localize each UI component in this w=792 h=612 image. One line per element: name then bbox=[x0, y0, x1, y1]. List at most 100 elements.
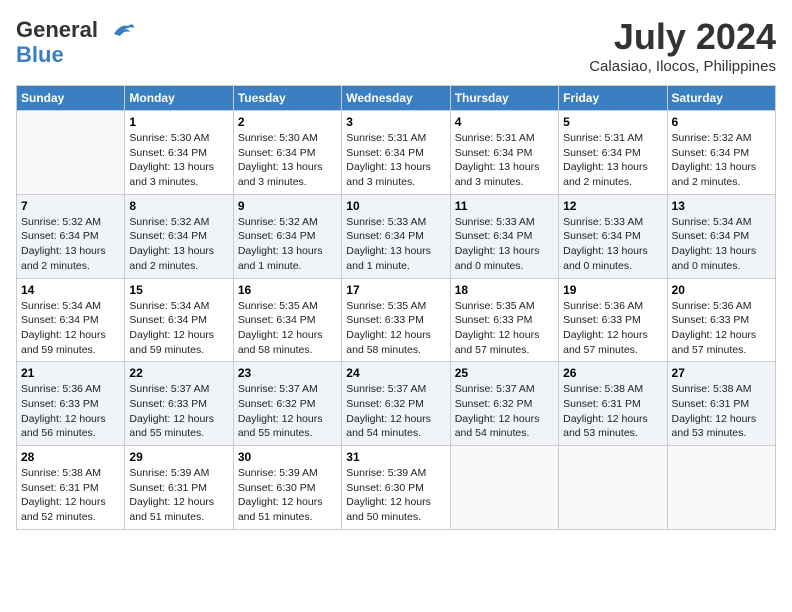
col-header-sunday: Sunday bbox=[17, 86, 125, 111]
calendar-cell: 18Sunrise: 5:35 AMSunset: 6:33 PMDayligh… bbox=[450, 278, 558, 362]
day-info: Sunrise: 5:38 AMSunset: 6:31 PMDaylight:… bbox=[563, 382, 662, 441]
day-number: 17 bbox=[346, 283, 445, 297]
day-number: 13 bbox=[672, 199, 771, 213]
day-info: Sunrise: 5:33 AMSunset: 6:34 PMDaylight:… bbox=[346, 215, 445, 274]
day-info: Sunrise: 5:31 AMSunset: 6:34 PMDaylight:… bbox=[455, 131, 554, 190]
month-year-title: July 2024 bbox=[589, 16, 776, 58]
day-info: Sunrise: 5:31 AMSunset: 6:34 PMDaylight:… bbox=[346, 131, 445, 190]
day-info: Sunrise: 5:33 AMSunset: 6:34 PMDaylight:… bbox=[455, 215, 554, 274]
calendar-cell: 29 Sunrise: 5:39 AMSunset: 6:31 PMDayligh… bbox=[125, 446, 233, 530]
calendar-cell: 23 Sunrise: 5:37 AMSunset: 6:32 PMDayligh… bbox=[233, 362, 341, 446]
calendar-cell: 8Sunrise: 5:32 AMSunset: 6:34 PMDaylight… bbox=[125, 194, 233, 278]
day-info: Sunrise: 5:34 AMSunset: 6:34 PMDaylight:… bbox=[672, 215, 771, 274]
day-number: 21 bbox=[21, 366, 120, 380]
calendar-week-row: 14 Sunrise: 5:34 AMSunset: 6:34 PMDayligh… bbox=[17, 278, 776, 362]
day-info: Sunrise: 5:32 AMSunset: 6:34 PMDaylight:… bbox=[238, 215, 337, 274]
calendar-cell: 17Sunrise: 5:35 AMSunset: 6:33 PMDayligh… bbox=[342, 278, 450, 362]
day-number: 9 bbox=[238, 199, 337, 213]
day-info: Sunrise: 5:35 AMSunset: 6:33 PMDaylight:… bbox=[455, 299, 554, 358]
day-number: 5 bbox=[563, 115, 662, 129]
day-number: 6 bbox=[672, 115, 771, 129]
location-subtitle: Calasiao, Ilocos, Philippines bbox=[589, 58, 776, 75]
calendar-cell: 7 Sunrise: 5:32 AMSunset: 6:34 PMDaylight… bbox=[17, 194, 125, 278]
calendar-cell: 26 Sunrise: 5:38 AMSunset: 6:31 PMDayligh… bbox=[559, 362, 667, 446]
day-info: Sunrise: 5:30 AMSunset: 6:34 PMDaylight:… bbox=[238, 131, 337, 190]
day-info: Sunrise: 5:36 AMSunset: 6:33 PMDaylight:… bbox=[563, 299, 662, 358]
calendar-cell: 22 Sunrise: 5:37 AMSunset: 6:33 PMDayligh… bbox=[125, 362, 233, 446]
calendar-cell: 30 Sunrise: 5:39 AMSunset: 6:30 PMDayligh… bbox=[233, 446, 341, 530]
day-info: Sunrise: 5:37 AMSunset: 6:33 PMDaylight:… bbox=[129, 382, 228, 441]
calendar-cell: 13 Sunrise: 5:34 AMSunset: 6:34 PMDayligh… bbox=[667, 194, 775, 278]
logo: General Blue bbox=[16, 16, 136, 68]
day-number: 2 bbox=[238, 115, 337, 129]
day-number: 26 bbox=[563, 366, 662, 380]
day-info: Sunrise: 5:39 AMSunset: 6:30 PMDaylight:… bbox=[238, 466, 337, 525]
calendar-cell: 12 Sunrise: 5:33 AMSunset: 6:34 PMDayligh… bbox=[559, 194, 667, 278]
calendar-week-row: 21 Sunrise: 5:36 AMSunset: 6:33 PMDayligh… bbox=[17, 362, 776, 446]
day-info: Sunrise: 5:37 AMSunset: 6:32 PMDaylight:… bbox=[455, 382, 554, 441]
col-header-tuesday: Tuesday bbox=[233, 86, 341, 111]
calendar-week-row: 1 Sunrise: 5:30 AMSunset: 6:34 PMDaylight… bbox=[17, 111, 776, 195]
day-info: Sunrise: 5:37 AMSunset: 6:32 PMDaylight:… bbox=[346, 382, 445, 441]
day-number: 19 bbox=[563, 283, 662, 297]
day-number: 14 bbox=[21, 283, 120, 297]
calendar-cell: 24 Sunrise: 5:37 AMSunset: 6:32 PMDayligh… bbox=[342, 362, 450, 446]
day-info: Sunrise: 5:31 AMSunset: 6:34 PMDaylight:… bbox=[563, 131, 662, 190]
day-number: 20 bbox=[672, 283, 771, 297]
calendar-week-row: 7 Sunrise: 5:32 AMSunset: 6:34 PMDaylight… bbox=[17, 194, 776, 278]
calendar-cell: 10Sunrise: 5:33 AMSunset: 6:34 PMDayligh… bbox=[342, 194, 450, 278]
calendar-cell bbox=[450, 446, 558, 530]
day-number: 23 bbox=[238, 366, 337, 380]
col-header-monday: Monday bbox=[125, 86, 233, 111]
day-info: Sunrise: 5:39 AMSunset: 6:31 PMDaylight:… bbox=[129, 466, 228, 525]
calendar-cell: 6Sunrise: 5:32 AMSunset: 6:34 PMDaylight… bbox=[667, 111, 775, 195]
day-info: Sunrise: 5:37 AMSunset: 6:32 PMDaylight:… bbox=[238, 382, 337, 441]
day-info: Sunrise: 5:39 AMSunset: 6:30 PMDaylight:… bbox=[346, 466, 445, 525]
day-number: 27 bbox=[672, 366, 771, 380]
day-number: 25 bbox=[455, 366, 554, 380]
day-info: Sunrise: 5:30 AMSunset: 6:34 PMDaylight:… bbox=[129, 131, 228, 190]
day-number: 16 bbox=[238, 283, 337, 297]
day-number: 24 bbox=[346, 366, 445, 380]
day-number: 8 bbox=[129, 199, 228, 213]
calendar-cell: 20 Sunrise: 5:36 AMSunset: 6:33 PMDayligh… bbox=[667, 278, 775, 362]
day-info: Sunrise: 5:32 AMSunset: 6:34 PMDaylight:… bbox=[21, 215, 120, 274]
day-number: 3 bbox=[346, 115, 445, 129]
day-info: Sunrise: 5:35 AMSunset: 6:34 PMDaylight:… bbox=[238, 299, 337, 358]
calendar-cell bbox=[17, 111, 125, 195]
day-info: Sunrise: 5:36 AMSunset: 6:33 PMDaylight:… bbox=[672, 299, 771, 358]
calendar-table: SundayMondayTuesdayWednesdayThursdayFrid… bbox=[16, 85, 776, 530]
day-info: Sunrise: 5:33 AMSunset: 6:34 PMDaylight:… bbox=[563, 215, 662, 274]
calendar-cell bbox=[559, 446, 667, 530]
col-header-wednesday: Wednesday bbox=[342, 86, 450, 111]
day-info: Sunrise: 5:38 AMSunset: 6:31 PMDaylight:… bbox=[21, 466, 120, 525]
calendar-cell: 2 Sunrise: 5:30 AMSunset: 6:34 PMDaylight… bbox=[233, 111, 341, 195]
calendar-cell: 27 Sunrise: 5:38 AMSunset: 6:31 PMDayligh… bbox=[667, 362, 775, 446]
day-info: Sunrise: 5:36 AMSunset: 6:33 PMDaylight:… bbox=[21, 382, 120, 441]
day-number: 29 bbox=[129, 450, 228, 464]
calendar-cell: 1 Sunrise: 5:30 AMSunset: 6:34 PMDaylight… bbox=[125, 111, 233, 195]
day-number: 15 bbox=[129, 283, 228, 297]
calendar-cell: 31 Sunrise: 5:39 AMSunset: 6:30 PMDayligh… bbox=[342, 446, 450, 530]
calendar-cell: 19 Sunrise: 5:36 AMSunset: 6:33 PMDayligh… bbox=[559, 278, 667, 362]
day-info: Sunrise: 5:34 AMSunset: 6:34 PMDaylight:… bbox=[129, 299, 228, 358]
logo-bird-icon bbox=[106, 16, 136, 46]
day-number: 30 bbox=[238, 450, 337, 464]
calendar-week-row: 28Sunrise: 5:38 AMSunset: 6:31 PMDayligh… bbox=[17, 446, 776, 530]
day-number: 12 bbox=[563, 199, 662, 213]
calendar-cell: 25 Sunrise: 5:37 AMSunset: 6:32 PMDayligh… bbox=[450, 362, 558, 446]
day-number: 22 bbox=[129, 366, 228, 380]
calendar-cell: 11 Sunrise: 5:33 AMSunset: 6:34 PMDayligh… bbox=[450, 194, 558, 278]
day-number: 4 bbox=[455, 115, 554, 129]
calendar-cell bbox=[667, 446, 775, 530]
day-number: 31 bbox=[346, 450, 445, 464]
day-info: Sunrise: 5:34 AMSunset: 6:34 PMDaylight:… bbox=[21, 299, 120, 358]
day-number: 11 bbox=[455, 199, 554, 213]
day-number: 1 bbox=[129, 115, 228, 129]
title-block: July 2024 Calasiao, Ilocos, Philippines bbox=[589, 16, 776, 75]
day-number: 7 bbox=[21, 199, 120, 213]
day-info: Sunrise: 5:38 AMSunset: 6:31 PMDaylight:… bbox=[672, 382, 771, 441]
calendar-cell: 21 Sunrise: 5:36 AMSunset: 6:33 PMDayligh… bbox=[17, 362, 125, 446]
col-header-friday: Friday bbox=[559, 86, 667, 111]
calendar-cell: 28Sunrise: 5:38 AMSunset: 6:31 PMDayligh… bbox=[17, 446, 125, 530]
